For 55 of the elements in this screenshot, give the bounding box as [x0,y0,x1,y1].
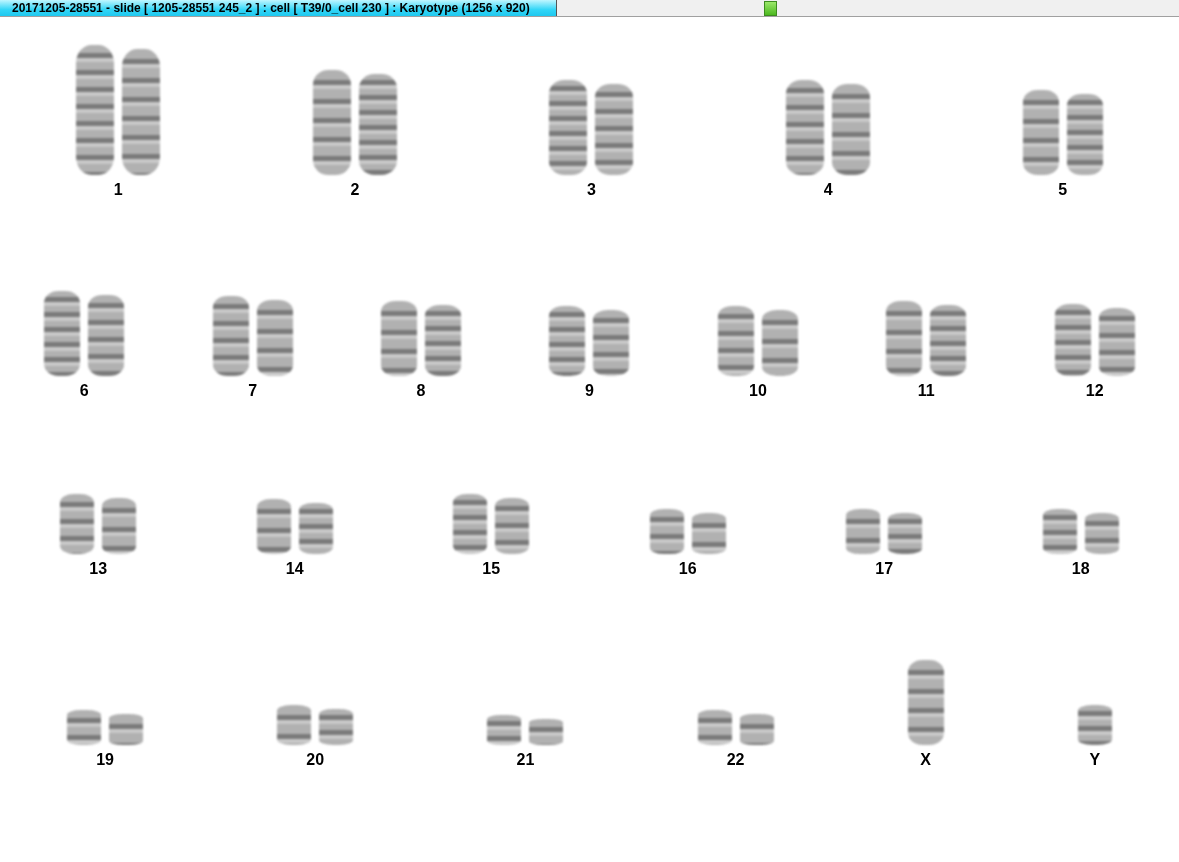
chromosome-label: 16 [678,560,697,578]
chromosome-label: 17 [875,560,894,578]
chromosome-drawing [1042,509,1077,554]
chromosome-label: 1 [113,181,123,199]
chromosome-drawing [930,305,967,376]
chromosome-drawing [549,306,586,376]
chromosome-drawing [649,509,684,554]
chromosome-drawing [487,715,522,745]
window-title: 20171205-28551 - slide [ 1205-28551 245_2 ] : cell [ T39/0_cell 230 ] : Karyotype (1256 x 920) [0,0,557,16]
chromosome-label: 13 [89,560,108,578]
chromosome-drawing [298,503,333,554]
chromosome-label: 4 [823,181,833,199]
chromosome-drawing [1054,304,1091,376]
chromosome-drawing [319,709,354,745]
chromosome-drawing [717,306,754,376]
chromosome-drawing [593,310,630,376]
chromosome-label: 9 [585,382,594,400]
chromosome-drawing [846,509,881,554]
chromosome-label: 2 [350,181,360,199]
chromosome-drawing [691,513,726,554]
chromosome-label: Y [1089,751,1101,769]
chromosome-label: 12 [1085,382,1104,400]
chromosome-label: 11 [917,382,935,400]
chromosome-drawing [256,499,291,554]
chromosome-drawing [495,498,530,554]
chromosome-drawing [60,494,95,554]
chromosome-drawing [102,498,137,554]
chromosome-label: 5 [1058,181,1068,199]
chromosome-label: 21 [516,751,535,769]
chromosome-label: X [920,751,932,769]
chromosome-drawing [697,710,732,745]
chromosome-drawing [1077,705,1112,745]
chromosome-drawing [67,710,102,745]
chromosome-label: 15 [482,560,501,578]
chromosome-drawing [739,714,774,745]
chromosome-label: 7 [248,382,258,400]
chromosome-drawing [453,494,488,554]
chromosome-drawing [761,310,798,376]
chromosome-drawing [529,719,564,745]
chromosome-label: 20 [306,751,325,769]
chromosome-label: 6 [79,382,89,400]
chromosome-label: 19 [96,751,114,769]
status-indicator-icon [764,1,777,16]
chromosome-label: 18 [1071,560,1090,578]
chromosome-label: 22 [726,751,745,769]
chromosome-drawing [109,714,144,745]
chromosome-label: 14 [285,560,304,578]
chromosome-label: 8 [416,382,426,400]
chromosome-drawing [425,305,462,376]
chromosome-drawing [1098,308,1135,376]
chromosome-drawing [1084,513,1119,554]
chromosome-drawing [277,705,312,745]
chromosome-drawing [888,513,923,554]
chromosome-label: 10 [749,382,767,400]
chromosome-label: 3 [587,181,596,199]
